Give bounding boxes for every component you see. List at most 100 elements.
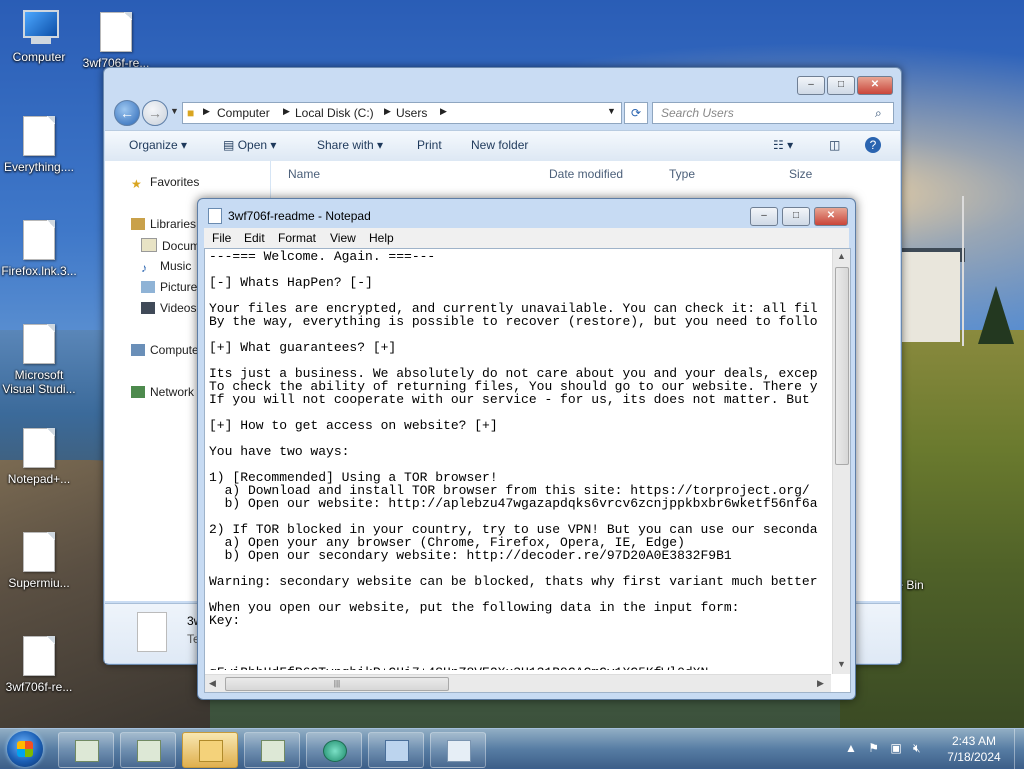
media-player-icon xyxy=(323,740,347,762)
menu-help[interactable]: Help xyxy=(369,231,394,245)
desktop-icon-label: Everything.... xyxy=(3,160,75,174)
nav-favorites[interactable]: ★ Favorites xyxy=(131,175,199,191)
taskbar-button-notepad-3[interactable] xyxy=(244,732,300,768)
column-header-name[interactable]: Name xyxy=(288,161,320,187)
taskbar: ▲ ⚑ ▣ 🔇︎ 2:43 AM 7/18/2024 xyxy=(0,728,1024,769)
network-icon xyxy=(131,386,145,398)
view-options-icon[interactable]: ☷ ▾ xyxy=(773,138,793,152)
desktop-icon-readme-bottom[interactable]: 3wf706f-re... xyxy=(1,636,77,694)
breadcrumb-local-disk[interactable]: Local Disk (C:) xyxy=(295,106,374,120)
notepad-title: 3wf706f-readme - Notepad xyxy=(228,209,371,223)
column-header-type[interactable]: Type xyxy=(669,161,695,187)
breadcrumb-users[interactable]: Users xyxy=(396,106,427,120)
notepad-maximize-button[interactable]: □ xyxy=(782,207,810,226)
explorer-titlebar[interactable] xyxy=(104,68,901,100)
breadcrumb-computer[interactable]: Computer xyxy=(217,106,270,120)
notepad-menubar: File Edit Format View Help xyxy=(204,228,849,248)
print-button[interactable]: Print xyxy=(417,138,442,152)
nav-videos[interactable]: Videos xyxy=(141,301,196,315)
desktop-icon-firefox[interactable]: Firefox.lnk.3... xyxy=(1,220,77,278)
vertical-scroll-thumb[interactable] xyxy=(835,267,849,465)
menu-view[interactable]: View xyxy=(330,231,356,245)
desktop-icon-readme-top[interactable]: 3wf706f-re... xyxy=(78,12,154,70)
share-with-button[interactable]: Share with ▾ xyxy=(317,138,383,152)
search-input[interactable]: Search Users ⌕ xyxy=(652,102,894,124)
scroll-right-arrow-icon[interactable]: ▶ xyxy=(817,678,824,689)
desktop-icon-everything[interactable]: Everything.... xyxy=(1,116,77,174)
file-icon xyxy=(23,428,55,468)
help-icon[interactable]: ? xyxy=(865,137,881,153)
refresh-button[interactable]: ⟳ xyxy=(624,102,648,124)
notepad-icon xyxy=(208,208,222,224)
documents-icon xyxy=(141,238,157,252)
vertical-scrollbar[interactable]: ▲ ▼ xyxy=(832,249,850,674)
text-line: b) Open our secondary website: http://de… xyxy=(209,548,732,563)
notepad-close-button[interactable]: ✕ xyxy=(814,207,848,226)
nav-music[interactable]: ♪ Music xyxy=(141,259,191,275)
column-header-size[interactable]: Size xyxy=(789,161,812,187)
explorer-minimize-button[interactable]: – xyxy=(797,76,825,95)
nav-network[interactable]: Network xyxy=(131,385,194,399)
nav-computer[interactable]: Compute xyxy=(131,343,199,357)
chevron-right-icon: ▶ xyxy=(283,106,290,116)
desktop-icon-supermium[interactable]: Supermiu... xyxy=(1,532,77,590)
open-icon: ▤ xyxy=(223,138,235,152)
flag-icon[interactable]: ⚑ xyxy=(868,741,879,755)
address-dropdown-icon[interactable]: ▼ xyxy=(607,106,616,116)
wallpaper-tree xyxy=(978,286,1014,344)
file-icon xyxy=(23,324,55,364)
computer-icon xyxy=(19,10,59,46)
text-line: ---=== Welcome. Again. ===--- xyxy=(209,250,436,264)
taskbar-button-notepad-2[interactable] xyxy=(120,732,176,768)
recent-pages-chevron-icon[interactable]: ▼ xyxy=(170,106,179,116)
new-folder-button[interactable]: New folder xyxy=(471,138,528,152)
scroll-left-arrow-icon[interactable]: ◀ xyxy=(209,678,216,689)
preview-pane-icon[interactable]: ◫ xyxy=(829,138,840,152)
start-button[interactable] xyxy=(7,731,43,767)
show-hidden-icons-icon[interactable]: ▲ xyxy=(845,741,857,755)
notepad-icon xyxy=(261,740,285,762)
text-line: qFwiBbbHdFfP6GTynqbikP+GHi7+4SHnZ8VE2Xx3… xyxy=(209,666,831,670)
desktop-icon-visual-studio[interactable]: Microsoft Visual Studi... xyxy=(1,324,77,396)
notepad-text-content[interactable]: ---=== Welcome. Again. ===--- [-] Whats H… xyxy=(209,250,831,670)
scroll-up-arrow-icon[interactable]: ▲ xyxy=(837,251,846,261)
text-line xyxy=(209,627,831,640)
text-line: When you open our website, put the follo… xyxy=(209,600,740,615)
address-bar[interactable]: ■ ▶ Computer ▶ Local Disk (C:) ▶ Users ▶… xyxy=(182,102,622,124)
text-line: Key: xyxy=(209,613,241,628)
explorer-close-button[interactable]: ✕ xyxy=(857,76,893,95)
desktop-icon-notepadpp[interactable]: Notepad+... xyxy=(1,428,77,486)
desktop-icon-label: Firefox.lnk.3... xyxy=(1,264,77,278)
nav-documents[interactable]: Docum xyxy=(141,238,200,253)
show-desktop-button[interactable] xyxy=(1014,729,1024,769)
clock[interactable]: 2:43 AM 7/18/2024 xyxy=(938,733,1010,765)
horizontal-scrollbar[interactable]: ◀ ||| ▶ xyxy=(205,674,831,692)
explorer-maximize-button[interactable]: □ xyxy=(827,76,855,95)
menu-format[interactable]: Format xyxy=(278,231,316,245)
volume-muted-icon[interactable]: 🔇︎ xyxy=(913,741,921,755)
network-icon[interactable]: ▣ xyxy=(890,741,901,755)
desktop-icon-label: 3wf706f-re... xyxy=(5,680,73,694)
column-header-date-modified[interactable]: Date modified xyxy=(549,161,623,187)
desktop-icon-computer[interactable]: Computer xyxy=(1,10,77,64)
horizontal-scroll-thumb[interactable]: ||| xyxy=(225,677,449,691)
nav-pictures[interactable]: Picture xyxy=(141,280,197,294)
organize-button[interactable]: Organize ▾ xyxy=(129,138,187,152)
menu-edit[interactable]: Edit xyxy=(244,231,265,245)
notepad-minimize-button[interactable]: – xyxy=(750,207,778,226)
notepad-text-area[interactable]: ---=== Welcome. Again. ===--- [-] Whats H… xyxy=(204,248,851,693)
taskbar-button-control-panel[interactable] xyxy=(368,732,424,768)
forward-button[interactable]: → xyxy=(142,100,168,126)
taskbar-button-media[interactable] xyxy=(306,732,362,768)
menu-file[interactable]: File xyxy=(212,231,231,245)
back-button[interactable]: ← xyxy=(114,100,140,126)
scroll-down-arrow-icon[interactable]: ▼ xyxy=(837,659,846,669)
text-line xyxy=(209,640,831,653)
taskbar-button-notepad-1[interactable] xyxy=(58,732,114,768)
nav-libraries[interactable]: Libraries xyxy=(131,217,196,231)
open-button[interactable]: ▤ Open ▾ xyxy=(223,138,276,152)
folder-icon xyxy=(199,740,223,762)
search-icon: ⌕ xyxy=(875,106,882,120)
taskbar-button-explorer[interactable] xyxy=(182,732,238,768)
taskbar-button-notepad-active[interactable] xyxy=(430,732,486,768)
